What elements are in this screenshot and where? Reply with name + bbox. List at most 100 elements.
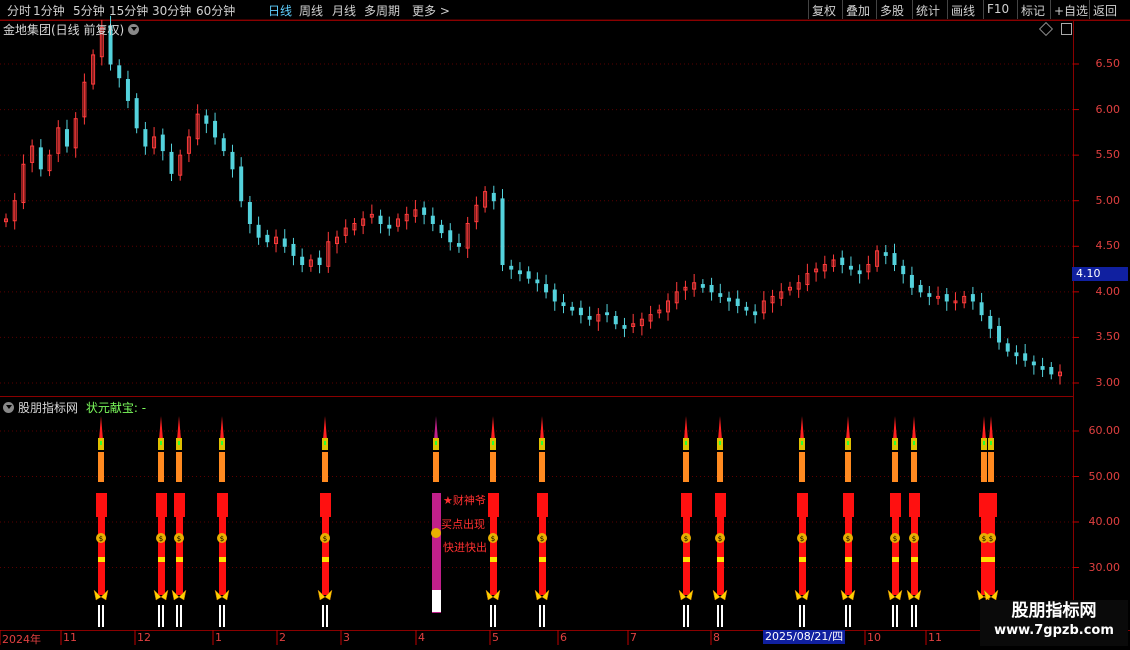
candle-body — [744, 306, 749, 311]
signal-white-leg — [176, 605, 178, 627]
money-symbol: $ — [846, 535, 850, 543]
candle-body — [256, 224, 261, 238]
signal-top-dot — [221, 441, 223, 445]
candle-body — [726, 297, 731, 302]
price-tick-label: 4.00 — [1095, 284, 1121, 298]
candle-body — [448, 230, 453, 243]
candle-body — [517, 270, 522, 275]
date-axis-label: 3 — [343, 631, 350, 644]
signal-red-bar — [176, 517, 183, 595]
candle-body — [422, 207, 427, 215]
candle-body — [535, 279, 540, 284]
signal-spike — [99, 416, 103, 440]
indicator-tick-label: 50.00 — [1088, 469, 1121, 483]
signal-white-leg — [326, 605, 328, 627]
signal-orange-bar — [981, 452, 987, 482]
watermark-url: www.7gpzb.com — [994, 623, 1114, 638]
signal-spike — [491, 416, 495, 440]
signal-yellow-stripe — [683, 557, 690, 562]
candle-body — [430, 215, 435, 225]
indicator-tick-label: 60.00 — [1088, 424, 1121, 437]
signal-yellow-stripe — [799, 557, 806, 562]
signal-top-dot — [178, 441, 180, 445]
money-symbol: $ — [684, 535, 688, 543]
candle-body — [125, 78, 130, 101]
price-tick-label: 6.00 — [1095, 102, 1121, 116]
candle-body — [143, 129, 148, 147]
signal-top-dot — [685, 441, 687, 445]
candle-body — [247, 202, 252, 224]
signal-orange-bar — [799, 452, 805, 482]
signal-red-bar — [490, 517, 497, 595]
candle-body — [160, 134, 165, 152]
candle-body — [300, 256, 305, 266]
signal-yellow-stripe — [911, 557, 918, 562]
signal-red-bar — [322, 517, 329, 595]
signal-orange-bar — [911, 452, 917, 482]
signal-white-leg — [896, 605, 898, 627]
chevron-down-icon[interactable] — [128, 24, 140, 35]
signal-spike — [718, 416, 722, 440]
signal-top-dot — [913, 441, 915, 445]
signal-yellow-stripe — [490, 557, 497, 562]
signal-spike — [177, 416, 181, 440]
candle-body — [901, 265, 906, 275]
signal-white-leg — [803, 605, 805, 627]
signal-white-leg — [911, 605, 913, 627]
price-tick-label: 4.50 — [1095, 239, 1121, 253]
candle-body — [718, 293, 723, 297]
signal-orange-bar — [539, 452, 545, 482]
signal-white-leg — [915, 605, 917, 627]
signal-white-leg — [717, 605, 719, 627]
candle-body — [64, 129, 69, 147]
signal-top-dot — [990, 441, 992, 445]
candle-body — [605, 312, 610, 316]
signal-orange-bar — [490, 452, 496, 482]
candle-body — [204, 115, 209, 124]
money-symbol: $ — [540, 535, 544, 543]
signal-white-leg — [849, 605, 851, 627]
watermark-name: 股朋指标网 — [1011, 601, 1097, 621]
signal-white-leg — [158, 605, 160, 627]
candle-body — [587, 315, 592, 320]
signal-spike — [220, 416, 224, 440]
candle-body — [526, 271, 531, 279]
chevron-down-icon[interactable] — [3, 402, 14, 413]
candle-body — [709, 284, 714, 293]
date-axis-label: 11 — [63, 631, 77, 644]
signal-spike — [989, 416, 993, 440]
date-axis-label: 7 — [630, 631, 637, 644]
signal-yellow-stripe — [219, 557, 226, 562]
signal-white-leg — [102, 605, 104, 627]
layout-toggle-icon[interactable] — [1061, 23, 1072, 35]
signal-top-dot — [983, 441, 985, 445]
signal-orange-bar — [219, 452, 225, 482]
candle-body — [282, 238, 287, 247]
signal-red-bar — [717, 517, 724, 595]
candle-body — [213, 120, 218, 138]
candle-body — [230, 151, 235, 170]
candle-body — [544, 284, 549, 293]
signal-red-bar — [911, 517, 918, 595]
date-axis-label: 8 — [713, 631, 720, 644]
signal-white-leg — [543, 605, 545, 627]
signal-red-block — [843, 493, 854, 517]
signal-white-leg — [180, 605, 182, 627]
candle-body — [500, 198, 505, 266]
signal-red-block — [909, 493, 920, 517]
candle-body — [883, 252, 888, 256]
money-symbol: $ — [982, 535, 986, 543]
signal-orange-bar — [158, 452, 164, 482]
money-symbol: $ — [800, 535, 804, 543]
signal-red-bar — [98, 517, 105, 595]
chart-canvas[interactable]: $ $ $ $ $ $ $ $ $ $ $ $ $ $ $ — [0, 0, 1130, 650]
signal-red-block — [320, 493, 331, 517]
candle-body — [997, 325, 1002, 343]
indicator-name: 状元献宝: - — [85, 401, 147, 415]
signal-top-dot — [492, 441, 494, 445]
signal-red-bar — [845, 517, 852, 595]
signal-white-leg — [98, 605, 100, 627]
signal-yellow-stripe — [322, 557, 329, 562]
date-axis-label: 6 — [560, 631, 567, 644]
signal-orange-bar — [176, 452, 182, 482]
